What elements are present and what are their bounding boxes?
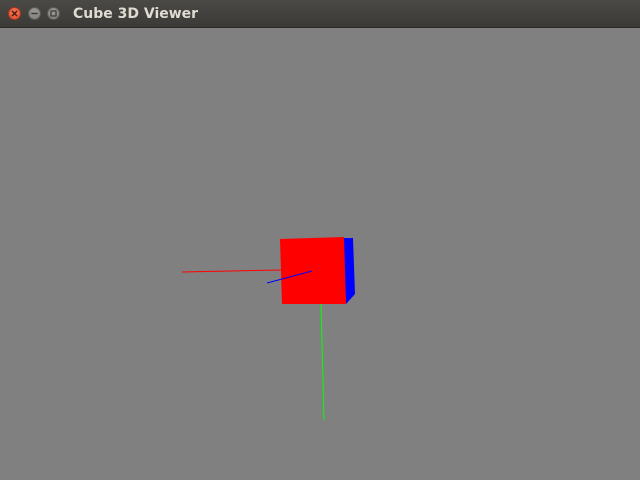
x-axis-line	[181, 269, 282, 273]
maximize-button[interactable]	[47, 7, 60, 20]
y-axis-line	[320, 303, 325, 421]
maximize-icon	[50, 10, 57, 17]
scene-canvas	[181, 237, 355, 421]
close-button[interactable]	[8, 7, 21, 20]
title-bar[interactable]: Cube 3D Viewer	[0, 0, 640, 28]
cube-front-face	[280, 237, 346, 304]
app-window: Cube 3D Viewer	[0, 0, 640, 480]
window-title: Cube 3D Viewer	[73, 6, 199, 22]
close-icon	[11, 10, 18, 17]
3d-viewport[interactable]	[0, 28, 640, 480]
minimize-icon	[31, 12, 38, 15]
minimize-button[interactable]	[28, 7, 41, 20]
